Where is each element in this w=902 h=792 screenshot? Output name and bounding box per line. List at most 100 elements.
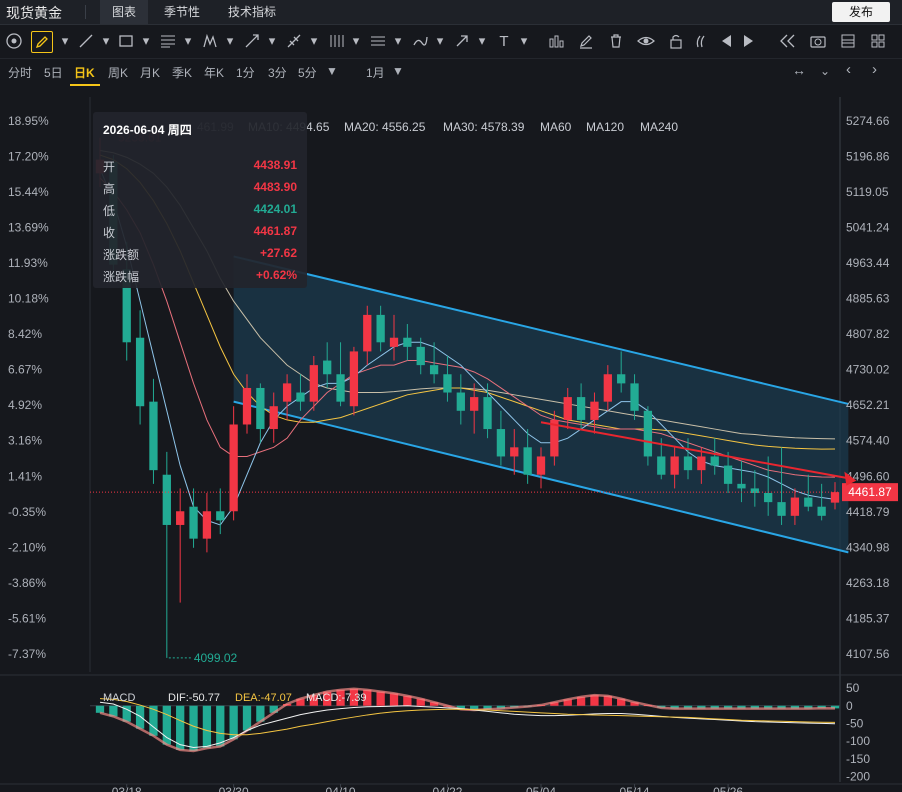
date-tick-label: 04/22 [432,785,462,792]
publish-button[interactable]: 发布 [832,2,890,22]
chevron-down-icon[interactable]: ▾ [472,31,492,51]
period-monthly[interactable]: 月K [140,64,160,81]
text-icon[interactable]: T [494,31,514,51]
chevron-down-icon[interactable]: ▾ [514,31,534,51]
period-5min[interactable]: 5分 [298,64,317,81]
eye-icon[interactable] [636,31,656,51]
period-3min[interactable]: 3分 [268,64,287,81]
rectangle-icon[interactable] [116,31,136,51]
period-quarterly[interactable]: 季K [172,64,192,81]
chevron-down-icon[interactable]: ⌄ [820,64,830,78]
levels-icon[interactable] [368,31,388,51]
candle-body [510,447,519,457]
chevron-right-icon[interactable]: › [872,61,877,78]
period-yearly[interactable]: 年K [204,64,224,81]
pct-tick-label: 10.18% [8,292,49,306]
page-title: 现货黄金 [6,5,62,21]
tooltip-label: 开 [103,160,116,174]
candle-body [429,365,439,375]
chart-type-icon[interactable] [546,31,566,51]
macd-tick-label: -150 [846,752,870,766]
pct-tick-label: -3.86% [8,576,46,590]
candle-body [630,383,639,411]
macd-histogram-bar [189,705,198,752]
tooltip-value: 4438.91 [253,158,297,172]
expand-icon[interactable]: ↔ [792,62,806,78]
period-intraday[interactable]: 分时 [8,64,32,81]
chevron-left-icon[interactable]: ‹ [846,61,851,78]
candle-body [456,392,465,411]
tooltip-label: 低 [103,204,116,218]
period-weekly[interactable]: 周K [108,64,128,81]
pct-tick-label: 8.42% [8,327,42,341]
chevron-down-icon[interactable]: ▾ [96,31,116,51]
period-1month[interactable]: 1月 [366,64,385,81]
tab-chart[interactable]: 图表 [100,0,149,24]
prev-icon[interactable] [716,31,736,51]
price-tick-label: 4963.44 [846,256,890,270]
macd-histogram-bar [389,693,399,706]
edit-icon[interactable] [576,31,596,51]
candle-body [723,465,733,484]
chevron-down-icon[interactable]: ▾ [178,31,198,51]
grid-icon[interactable] [868,31,888,51]
candle-body [229,424,238,512]
chevron-down-icon[interactable]: ▼ [392,64,404,78]
arrow-tool-icon[interactable] [242,31,262,51]
rewind-icon[interactable] [778,31,798,51]
candle-body [323,360,332,375]
candle-body [135,337,145,407]
date-tick-label: 05/14 [620,785,650,792]
period-daily[interactable]: 日K [74,64,95,81]
arrow-icon[interactable] [452,31,472,51]
candle-body [536,456,546,475]
chevron-down-icon[interactable]: ▾ [430,31,450,51]
pct-tick-label: 1.41% [8,469,42,483]
dropdown-icon[interactable]: ▾ [55,31,75,51]
chevron-down-icon[interactable]: ▾ [220,31,240,51]
pencil-icon[interactable] [31,31,53,53]
magnet-icon[interactable] [692,31,712,51]
pct-tick-label: -7.37% [8,647,46,661]
next-icon[interactable] [738,31,758,51]
ma120-legend: MA120 [586,120,625,134]
bars-icon[interactable] [326,31,346,51]
macd-tick-label: -50 [846,716,864,730]
circle-icon[interactable] [4,31,24,51]
chevron-down-icon[interactable]: ▾ [304,31,324,51]
brush-icon[interactable] [410,31,430,51]
chevron-down-icon[interactable]: ▾ [346,31,366,51]
measure-icon[interactable] [284,31,304,51]
lock-icon[interactable] [666,31,686,51]
line-icon[interactable] [76,31,96,51]
tab-seasonality[interactable]: 季节性 [152,0,212,24]
period-bar: 分时 5日 日K 周K 月K 季K 年K 1分 3分 5分 ▼ 1月 ▼ ↔ ⌄… [0,58,902,86]
ma60-legend: MA60 [540,120,572,134]
period-5day[interactable]: 5日 [44,64,63,81]
trash-icon[interactable] [606,31,626,51]
date-tick-label: 05/04 [526,785,556,792]
tab-indicators[interactable]: 技术指标 [216,0,288,24]
chevron-down-icon[interactable]: ▾ [388,31,408,51]
camera-icon[interactable] [808,31,828,51]
price-tick-label: 4263.18 [846,576,890,590]
candle-body [403,337,412,347]
pct-tick-label: 11.93% [8,256,48,270]
candle-body [483,397,492,430]
fib-icon[interactable] [158,31,178,51]
candle-body [750,488,759,493]
period-1min[interactable]: 1分 [236,64,255,81]
price-tick-label: 5196.86 [846,149,890,163]
candle-body [670,456,679,475]
chevron-down-icon[interactable]: ▼ [326,64,338,78]
candle-body [563,397,572,420]
candle-body [643,410,653,457]
candle-body [710,456,719,466]
candle-body [416,346,425,366]
pattern-icon[interactable] [200,31,220,51]
chevron-down-icon[interactable]: ▾ [262,31,282,51]
layout-icon[interactable] [838,31,858,51]
candle-body [683,456,693,471]
pct-tick-label: 3.16% [8,434,42,448]
chevron-down-icon[interactable]: ▾ [136,31,156,51]
